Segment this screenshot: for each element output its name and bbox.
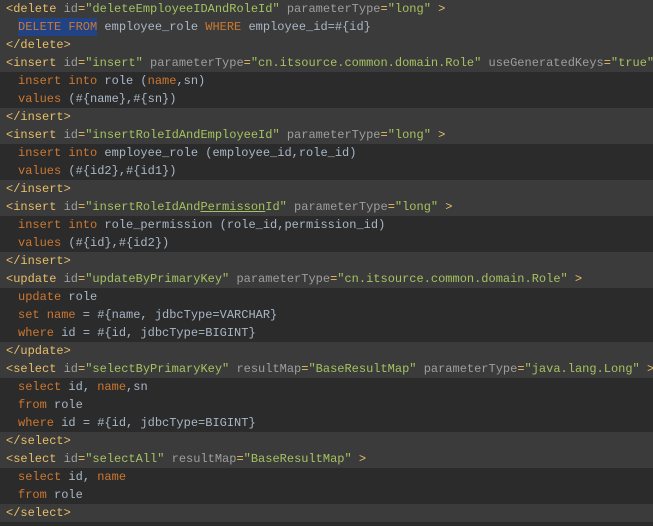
sql-line: insert into role (name,sn) xyxy=(0,72,653,90)
sql-line: values (#{name},#{sn}) xyxy=(0,90,653,108)
delete-open-tag: <delete id="deleteEmployeeIDAndRoleId" p… xyxy=(0,0,653,18)
insert-close-tag: </insert> xyxy=(0,180,653,198)
sql-line: from role xyxy=(0,396,653,414)
sql-line: update role xyxy=(0,288,653,306)
update-close-tag: </update> xyxy=(0,342,653,360)
sql-line: set name = #{name, jdbcType=VARCHAR} xyxy=(0,306,653,324)
select-open-tag: <select id="selectByPrimaryKey" resultMa… xyxy=(0,360,653,378)
sql-line: select id, name,sn xyxy=(0,378,653,396)
sql-line: values (#{id},#{id2}) xyxy=(0,234,653,252)
insert-open-tag: <insert id="insertRoleIdAndPermissonId" … xyxy=(0,198,653,216)
select-close-tag: </select> xyxy=(0,504,653,522)
sql-line: where id = #{id, jdbcType=BIGINT} xyxy=(0,414,653,432)
update-open-tag: <update id="updateByPrimaryKey" paramete… xyxy=(0,270,653,288)
insert-open-tag: <insert id="insertRoleIdAndEmployeeId" p… xyxy=(0,126,653,144)
sql-line: from role xyxy=(0,486,653,504)
sql-line: insert into role_permission (role_id,per… xyxy=(0,216,653,234)
insert-open-tag: <insert id="insert" parameterType="cn.it… xyxy=(0,54,653,72)
insert-close-tag: </insert> xyxy=(0,252,653,270)
sql-line: insert into employee_role (employee_id,r… xyxy=(0,144,653,162)
insert-close-tag: </insert> xyxy=(0,108,653,126)
sql-line: where id = #{id, jdbcType=BIGINT} xyxy=(0,324,653,342)
sql-line: values (#{id2},#{id1}) xyxy=(0,162,653,180)
delete-close-tag: </delete> xyxy=(0,36,653,54)
xml-mapper-code: <delete id="deleteEmployeeIDAndRoleId" p… xyxy=(0,0,653,522)
select-close-tag: </select> xyxy=(0,432,653,450)
sql-line: DELETE FROM employee_role WHERE employee… xyxy=(0,18,653,36)
select-open-tag: <select id="selectAll" resultMap="BaseRe… xyxy=(0,450,653,468)
sql-line: select id, name xyxy=(0,468,653,486)
